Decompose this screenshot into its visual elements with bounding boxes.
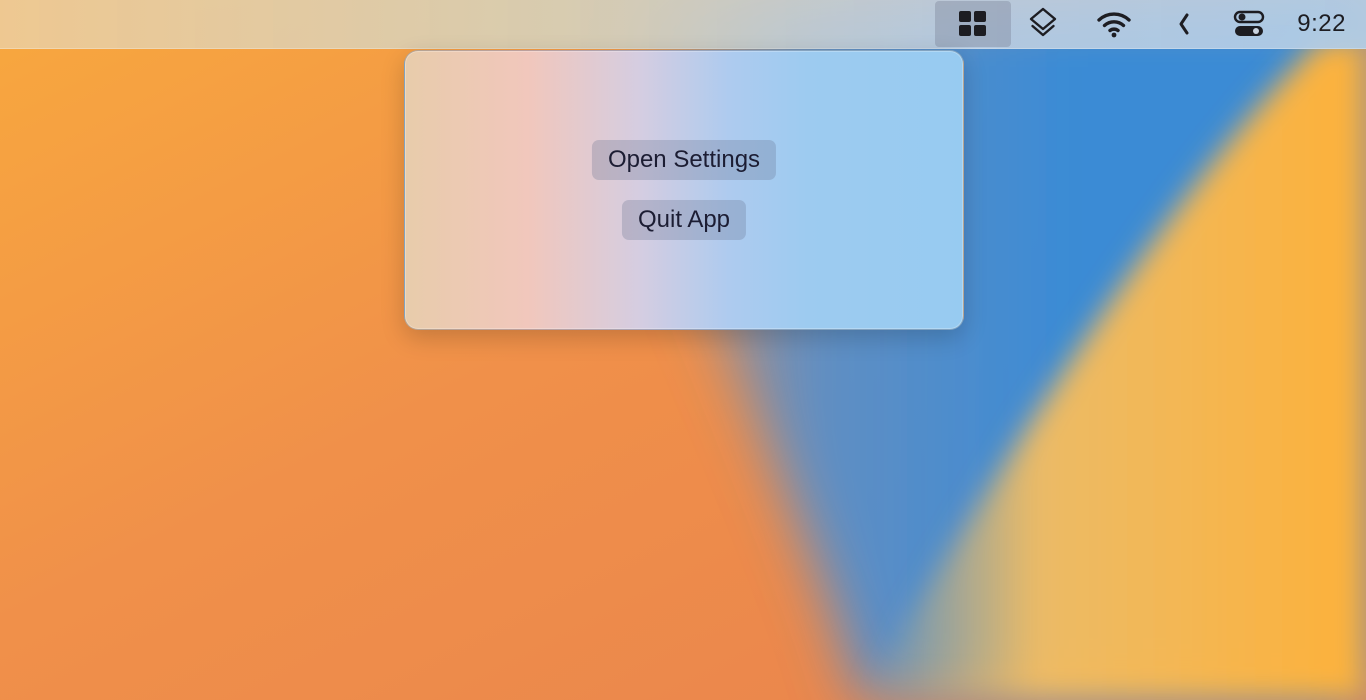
layers-menu-extra[interactable] bbox=[1011, 1, 1075, 47]
menu-extra-popover: Open Settings Quit App bbox=[404, 50, 964, 330]
grid-icon bbox=[959, 11, 987, 36]
quit-app-button[interactable]: Quit App bbox=[621, 200, 747, 240]
wifi-menu-extra[interactable] bbox=[1075, 1, 1153, 47]
grid-menu-extra[interactable] bbox=[935, 1, 1012, 47]
menu-bar: 9:22 bbox=[0, 0, 1366, 49]
chevron-left-icon bbox=[1179, 13, 1189, 35]
menu-bar-clock[interactable]: 9:22 bbox=[1283, 1, 1366, 47]
control-center-menu-extra[interactable] bbox=[1215, 1, 1283, 47]
open-settings-button[interactable]: Open Settings bbox=[591, 140, 777, 180]
menu-bar-status-area: 9:22 bbox=[935, 0, 1366, 48]
desktop: 9:22 Open Settings Quit App bbox=[0, 0, 1366, 700]
wifi-icon bbox=[1097, 12, 1131, 38]
control-center-icon bbox=[1234, 10, 1265, 36]
layers-icon bbox=[1030, 7, 1057, 37]
chevron-menu-extra[interactable] bbox=[1153, 1, 1215, 47]
